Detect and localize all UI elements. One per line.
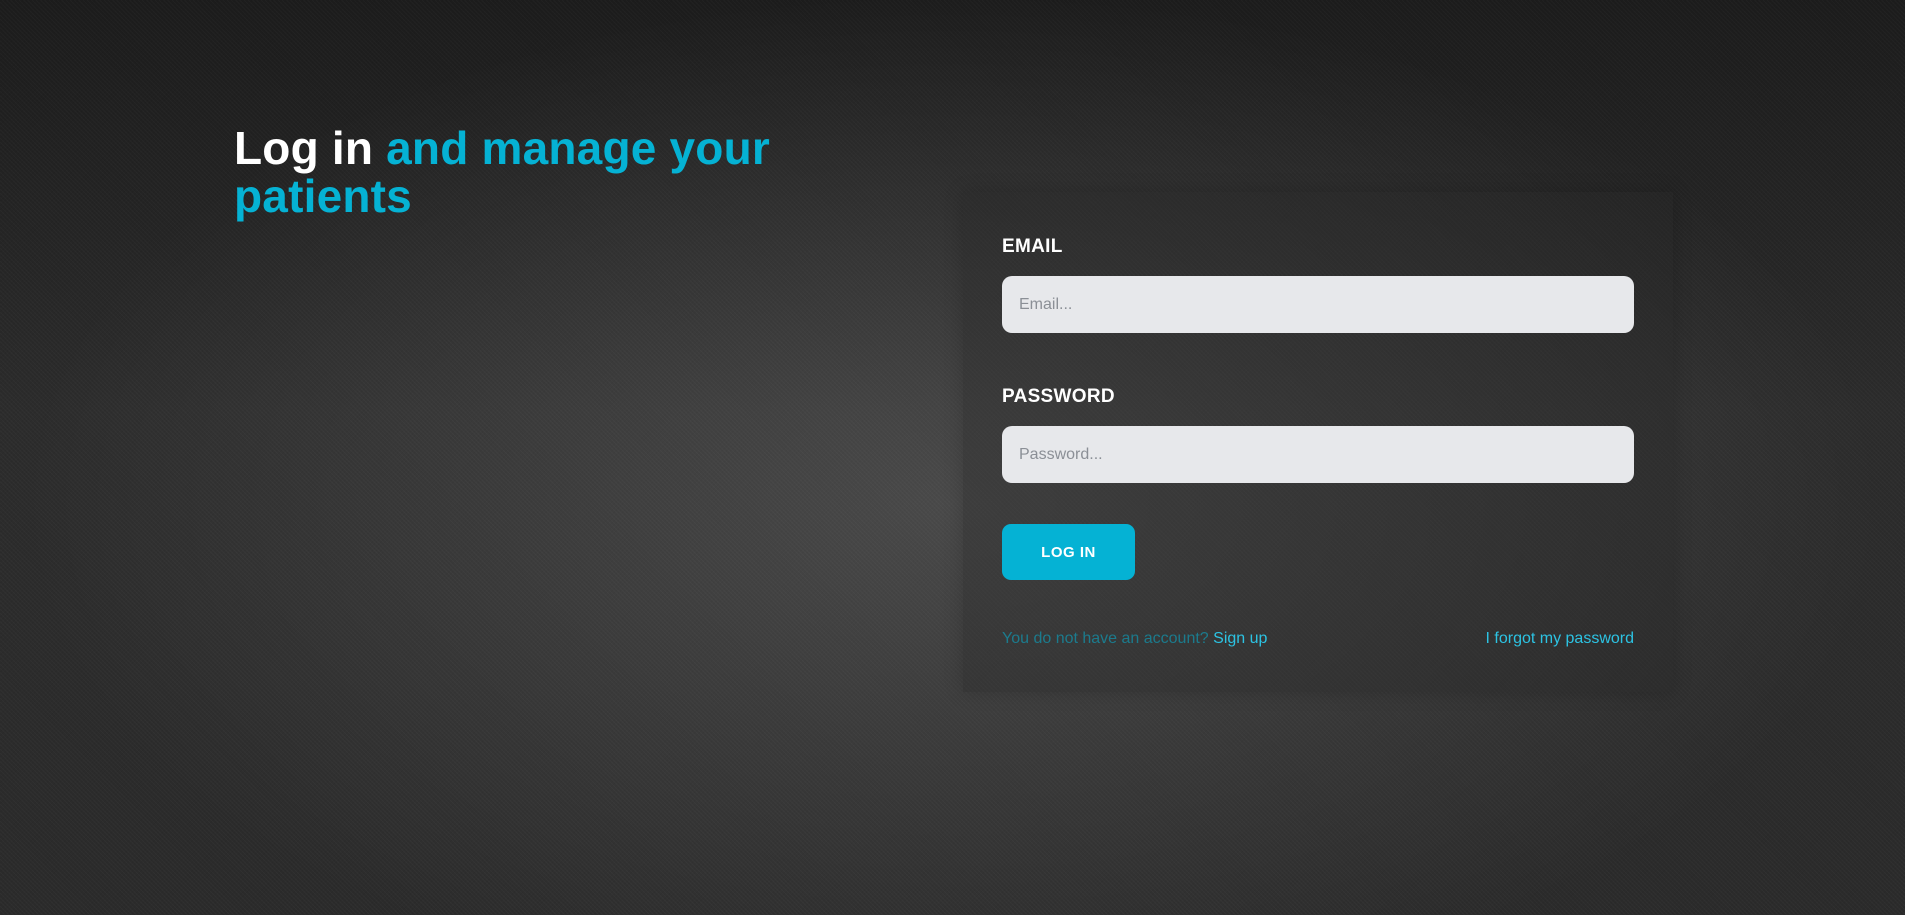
login-card: EMAIL PASSWORD LOG IN You do not have an… — [963, 192, 1673, 692]
login-footer: You do not have an account? Sign up I fo… — [1002, 630, 1634, 654]
login-button[interactable]: LOG IN — [1002, 524, 1135, 580]
password-label: PASSWORD — [1002, 386, 1115, 407]
signup-link[interactable]: Sign up — [1213, 630, 1267, 647]
hero-title-highlight: Log in — [234, 122, 374, 174]
password-input[interactable] — [1002, 426, 1634, 483]
hero-title: Log in and manage your patients — [234, 124, 874, 220]
signup-prompt: You do not have an account? Sign up — [1002, 630, 1267, 648]
email-label: EMAIL — [1002, 236, 1063, 257]
no-account-text: You do not have an account? — [1002, 630, 1209, 647]
email-input[interactable] — [1002, 276, 1634, 333]
forgot-password-link[interactable]: I forgot my password — [1486, 630, 1635, 648]
